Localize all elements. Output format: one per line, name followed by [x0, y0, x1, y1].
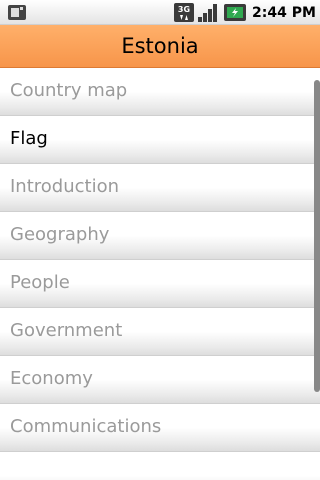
- scrollbar[interactable]: [314, 80, 320, 392]
- list-item-people[interactable]: People: [0, 260, 320, 308]
- menu-list[interactable]: Country map Flag Introduction Geography …: [0, 68, 320, 480]
- list-item-country-map[interactable]: Country map: [0, 68, 320, 116]
- battery-charging-icon: [224, 4, 246, 21]
- list-item-flag[interactable]: Flag: [0, 116, 320, 164]
- signal-icon: [198, 4, 217, 22]
- list-item-label: Economy: [10, 368, 93, 389]
- list-item-label: Country map: [10, 80, 128, 101]
- 3g-data-icon: 3G: [174, 3, 194, 22]
- list-item-label: Geography: [10, 224, 110, 245]
- list-item-label: Communications: [10, 416, 162, 437]
- list-item-introduction[interactable]: Introduction: [0, 164, 320, 212]
- list-item-economy[interactable]: Economy: [0, 356, 320, 404]
- status-time: 2:44 PM: [252, 5, 316, 21]
- svg-text:3G: 3G: [178, 5, 190, 14]
- list-item-communications[interactable]: Communications: [0, 404, 320, 452]
- page-title: Estonia: [121, 34, 199, 58]
- list-item-label: Flag: [10, 128, 48, 149]
- title-bar: Estonia: [0, 25, 320, 68]
- status-bar: 3G 2:44 PM: [0, 0, 320, 25]
- sd-card-icon: [8, 5, 26, 20]
- list-item-government[interactable]: Government: [0, 308, 320, 356]
- list-item-geography[interactable]: Geography: [0, 212, 320, 260]
- list-item-label: Government: [10, 320, 123, 341]
- list-item-label: People: [10, 272, 70, 293]
- list-item-partial: [0, 452, 320, 480]
- list-item-label: Introduction: [10, 176, 120, 197]
